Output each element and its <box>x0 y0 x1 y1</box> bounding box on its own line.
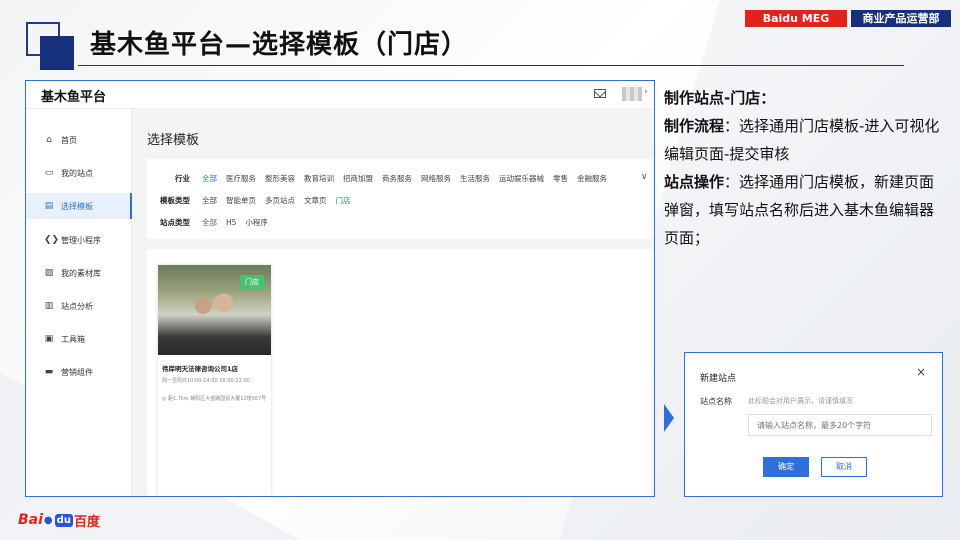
cancel-button[interactable]: 取消 <box>821 457 867 477</box>
confirm-button[interactable]: 确定 <box>763 457 809 477</box>
sidebar-item-label: 我的素材库 <box>61 268 101 278</box>
sidebar-item[interactable]: ▤ 选择模板 <box>26 193 132 219</box>
template-name: 伟岸明天法律咨询公司1店 <box>162 365 239 373</box>
sidebar-item-label: 选择模板 <box>61 201 93 211</box>
page-title: 基木鱼平台—选择模板（门店） <box>90 30 469 60</box>
filter-option[interactable]: 多页站点 <box>265 195 295 206</box>
image-icon: ▨ <box>44 268 54 278</box>
new-site-dialog: 新建站点 × 站点名称 此标题会对用户展示，请谨慎填写 确定 取消 <box>684 352 943 497</box>
description-heading: 制作站点-门店： <box>664 89 776 107</box>
app-name: 基木鱼平台 <box>41 90 107 105</box>
template-card[interactable]: 门店 伟岸明天法律咨询公司1店 周一至周日10:00-14:00 16:00-2… <box>158 265 271 496</box>
arrow-right-icon <box>664 404 674 432</box>
filter-option[interactable]: 运动娱乐器械 <box>499 173 544 184</box>
sidebar-item[interactable]: ▨ 我的素材库 <box>26 260 132 286</box>
paw-icon: ● <box>43 514 53 526</box>
flow-description: 制作流程：选择通用门店模板-进入可视化编辑页面-提交审核 <box>664 112 944 168</box>
title-divider <box>78 65 904 66</box>
component-icon: ▬ <box>44 367 54 377</box>
filter-option[interactable]: 招商加盟 <box>343 173 373 184</box>
logo-chinese: 百度 <box>73 514 100 530</box>
brand-badge: Baidu MEG <box>745 10 847 27</box>
sidebar-item-label: 营销组件 <box>61 367 93 377</box>
sidebar-item[interactable]: ❮❯ 管理小程序 <box>26 227 132 253</box>
main-content: 选择模板 ∨ 行业 全部 医疗服务 整形美容 教育培训 招商加盟 商务服务 网络服务 生活服务运… <box>132 109 654 496</box>
filter-option[interactable]: 整形美容 <box>265 173 295 184</box>
filter-row: 模板类型 全部 智能单页 多页站点 文章页 门店 <box>147 192 652 208</box>
template-icon: ▤ <box>44 201 54 211</box>
site-name-hint: 此标题会对用户展示，请谨慎填写 <box>748 397 853 405</box>
filter-label: 站点类型 <box>160 217 190 227</box>
sidebar-item-label: 管理小程序 <box>61 235 101 245</box>
filter-option[interactable]: 网络服务 <box>421 173 451 184</box>
filter-option[interactable]: 商务服务 <box>382 173 412 184</box>
template-hours: 周一至周日10:00-14:00 16:00-22:00 <box>162 378 250 384</box>
filter-option[interactable]: 全部 <box>202 173 217 184</box>
filter-option[interactable]: 文章页 <box>304 195 327 206</box>
sidebar-item-label: 站点分析 <box>61 301 93 311</box>
description-block: 制作站点-门店： 制作流程：选择通用门店模板-进入可视化编辑页面-提交审核 站点… <box>664 84 944 252</box>
filter-option[interactable]: 金融服务 <box>577 173 607 184</box>
logo-du: du <box>54 513 73 527</box>
department-badge: 商业产品运营部 <box>851 10 951 27</box>
sidebar-item[interactable]: ⌂ 首页 <box>26 127 132 153</box>
mini-program-icon: ❮❯ <box>44 235 60 245</box>
site-icon: ▭ <box>44 168 54 178</box>
filter-option[interactable]: 全部 <box>202 195 217 206</box>
dialog-title: 新建站点 <box>700 374 737 384</box>
sidebar-item[interactable]: ▣ 工具箱 <box>26 326 132 352</box>
baidu-logo: Bai ● du 百度 <box>18 510 100 530</box>
site-name-label: 站点名称 <box>700 397 732 406</box>
template-address: ◎ 距1.7km 朝阳区大望路国贸大厦12楼567号 <box>162 396 267 402</box>
mail-icon[interactable] <box>594 89 606 98</box>
title-decoration-fill <box>40 36 74 70</box>
app-screenshot: 基木鱼平台 › ⌂ 首页 ▭ 我的站点 ▤ 选择模板 ❮❯ 管理小程序 ▨ 我的素材库 ▥ 站点分析 ▣… <box>25 80 655 497</box>
logo-latin: Bai <box>18 512 43 528</box>
sidebar: ⌂ 首页 ▭ 我的站点 ▤ 选择模板 ❮❯ 管理小程序 ▨ 我的素材库 ▥ 站点分析 ▣ 工具箱 ▬ 营销组件 <box>26 109 132 496</box>
chevron-down-icon[interactable]: › <box>644 87 648 97</box>
site-name-input[interactable] <box>748 414 932 436</box>
flow-label: 制作流程 <box>664 117 725 135</box>
filter-panel: ∨ 行业 全部 医疗服务 整形美容 教育培训 招商加盟 商务服务 网络服务 生活服务 运动娱乐器械… <box>147 159 652 239</box>
filter-option[interactable]: 全部 <box>202 217 217 228</box>
filter-option[interactable]: 零售 <box>553 173 568 184</box>
filter-label: 模板类型 <box>160 195 190 205</box>
chart-icon: ▥ <box>44 301 54 311</box>
filter-option[interactable]: 智能单页 <box>226 195 256 206</box>
filter-option[interactable]: 生活服务 <box>460 173 490 184</box>
template-list: 门店 伟岸明天法律咨询公司1店 周一至周日10:00-14:00 16:00-2… <box>147 249 652 496</box>
close-icon[interactable]: × <box>916 365 926 379</box>
sidebar-item-label: 我的站点 <box>61 168 93 178</box>
avatar[interactable] <box>622 87 642 101</box>
content-title: 选择模板 <box>147 133 200 148</box>
filter-option[interactable]: 教育培训 <box>304 173 334 184</box>
sidebar-item-label: 首页 <box>61 135 77 145</box>
filter-row: 站点类型 全部 H5 小程序 <box>147 214 652 230</box>
filter-row: 行业 全部 医疗服务 整形美容 教育培训 招商加盟 商务服务 网络服务 生活服务 运动娱乐器械 零售… <box>147 170 652 186</box>
home-icon: ⌂ <box>46 135 52 145</box>
sidebar-item[interactable]: ▬ 营销组件 <box>26 359 132 385</box>
template-badge: 门店 <box>240 275 264 289</box>
filter-label: 行业 <box>175 173 190 183</box>
filter-option[interactable]: 小程序 <box>245 217 268 228</box>
operation-description: 站点操作：选择通用门店模板，新建页面弹窗，填写站点名称后进入基木鱼编辑器页面； <box>664 168 944 252</box>
toolbox-icon: ▣ <box>44 334 54 344</box>
sidebar-item[interactable]: ▭ 我的站点 <box>26 160 132 186</box>
filter-option[interactable]: H5 <box>226 218 236 227</box>
operation-label: 站点操作 <box>664 173 725 191</box>
filter-option[interactable]: 门店 <box>336 195 351 206</box>
filter-option[interactable]: 医疗服务 <box>226 173 256 184</box>
sidebar-item-label: 工具箱 <box>61 334 85 344</box>
app-topbar: 基木鱼平台 › <box>26 81 654 109</box>
sidebar-item[interactable]: ▥ 站点分析 <box>26 293 132 319</box>
